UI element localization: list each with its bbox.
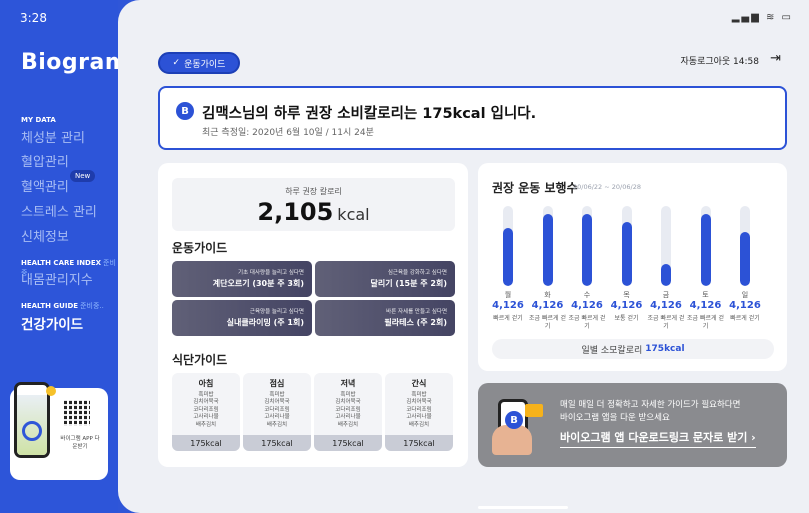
bar-1 — [542, 214, 553, 286]
walk-level: 조금 빠르게 걷기 — [529, 315, 566, 330]
bar-track — [621, 206, 632, 286]
step-value: 4,126 — [571, 300, 603, 311]
new-badge: New — [70, 170, 96, 182]
meal-kcal: 175kcal — [314, 435, 382, 451]
app-download-card[interactable]: 바이그램 APP 다운받기 — [10, 382, 108, 480]
biogram-badge-icon: B — [505, 411, 523, 429]
exercise-guide-title: 운동가이드 — [172, 241, 228, 255]
step-value: 4,126 — [492, 300, 524, 311]
bar-4 — [661, 263, 671, 286]
sidebar-item-health-guide[interactable]: 건강가이드 — [21, 313, 83, 333]
day-label: 일 — [741, 291, 749, 299]
meal-items: 흑미밥 김치어묵국 코다리조림 고사리나물 배추김치 — [193, 392, 219, 428]
bar-track — [542, 206, 553, 286]
day-label: 금 — [662, 291, 670, 299]
meal-kcal: 175kcal — [385, 435, 453, 451]
step-value: 4,126 — [610, 300, 643, 311]
step-value: 4,126 — [531, 300, 564, 311]
step-value: 4,126 — [689, 300, 722, 311]
auto-logout-timer: 자동로그아웃 14:58 — [680, 57, 759, 67]
step-value: 4,126 — [650, 300, 682, 311]
bar-2 — [582, 214, 592, 286]
bar-track — [661, 206, 671, 286]
walk-level: 보통 걷기 — [614, 315, 639, 322]
check-icon: ✓ — [172, 58, 181, 68]
bar-track — [700, 206, 711, 286]
meal-card-lunch: 점심 흑미밥 김치어묵국 코다리조림 고사리나물 배추김치 175kcal — [243, 373, 311, 451]
exercise-tile-running[interactable]: 심근육을 강화하고 싶다면 달리기 (15분 주 2회) — [315, 261, 455, 297]
bar-3 — [621, 222, 632, 286]
steps-title: 권장 운동 보행수 — [492, 181, 578, 195]
meal-items: 흑미밥 김치어묵국 코다리조림 고사리나물 배추김치 — [335, 392, 361, 428]
biogram-badge-icon: B — [176, 102, 194, 120]
status-icons: ▂▄▆ ≋ ▭ — [731, 12, 793, 23]
step-value: 4,126 — [729, 300, 761, 311]
logout-icon[interactable]: ⇥ — [770, 51, 781, 66]
sidebar-item-stress[interactable]: 스트레스 관리 — [21, 201, 97, 220]
app-download-caption: 바이그램 APP 다운받기 — [60, 436, 100, 450]
day-label: 토 — [702, 291, 709, 299]
status-time: 3:28 — [20, 11, 47, 25]
walk-level: 빠르게 걷기 — [493, 315, 523, 322]
exercise-tile-pilates[interactable]: 바른 자세를 만들고 싶다면 필라테스 (주 2회) — [315, 300, 455, 336]
walk-level: 조금 빠르게 걷기 — [647, 315, 685, 330]
day-label: 수 — [583, 291, 591, 299]
hand-illustration — [492, 425, 532, 455]
meal-card-breakfast: 아침 흑미밥 김치어묵국 코다리조림 고사리나물 배추김치 175kcal — [172, 373, 240, 451]
diet-guide-title: 식단가이드 — [172, 353, 228, 367]
day-label: 목 — [623, 291, 630, 299]
sidebar-item-body-index[interactable]: 내몸관리지수 — [21, 269, 93, 288]
sidebar-item-blood[interactable]: 혈액관리 — [21, 176, 69, 195]
bar-track — [503, 206, 513, 286]
exercise-tile-climbing[interactable]: 근육양을 늘리고 싶다면 실내클라이밍 (주 1회) — [172, 300, 312, 336]
exercise-guide-tab[interactable]: ✓ 운동가이드 — [158, 52, 240, 74]
app-logo[interactable]: Biogram — [21, 50, 128, 75]
sidebar: 3:28 Biogram MY DATA 체성분 관리 혈압관리 혈액관리 Ne… — [0, 0, 128, 513]
steps-card: 권장 운동 보행수 20/06/22 ~ 20/06/28 월 4,126 빠르게 … — [478, 163, 787, 371]
decor-yellow-dot — [46, 386, 56, 396]
steps-date-range: 20/06/22 ~ 20/06/28 — [573, 183, 641, 191]
daily-calorie-total: 일별 소모칼로리 175kcal — [492, 339, 774, 359]
main-panel: ▂▄▆ ≋ ▭ ✓ 운동가이드 자동로그아웃 14:58 ⇥ B 김맥스님의 하… — [118, 0, 809, 513]
bar-track — [740, 206, 750, 286]
phone-illustration-icon — [14, 382, 50, 458]
banner-subtitle: 최근 측정일: 2020년 6월 10일 / 11시 24분 — [202, 128, 374, 138]
sms-download-link[interactable]: 바이오그램 앱 다운로드링크 문자로 받기 › — [560, 429, 756, 448]
walk-level: 빠르게 걷기 — [730, 315, 760, 322]
calorie-banner: B 김맥스님의 하루 권장 소비칼로리는 175kcal 입니다. 최근 측정일… — [158, 86, 787, 150]
meal-items: 흑미밥 김치어묵국 코다리조림 고사리나물 배추김치 — [406, 392, 432, 428]
app-sms-promo-card: B 매일 매일 더 정확하고 자세한 가이드가 필요하다면 바이오그램 앱을 다… — [478, 383, 787, 467]
promo-description: 매일 매일 더 정확하고 자세한 가이드가 필요하다면 바이오그램 앱을 다운 … — [560, 400, 741, 423]
banner-title: 김맥스님의 하루 권장 소비칼로리는 175kcal 입니다. — [202, 106, 537, 122]
section-health-guide: HEALTH GUIDE 준비중.. — [21, 302, 104, 310]
sidebar-item-body-composition[interactable]: 체성분 관리 — [21, 127, 85, 146]
meal-items: 흑미밥 김치어묵국 코다리조림 고사리나물 배추김치 — [264, 392, 290, 428]
bar-5 — [700, 214, 711, 286]
day-label: 화 — [544, 291, 551, 299]
daily-calorie-value: 2,105 kcal — [257, 198, 370, 226]
daily-calorie-label: 하루 권장 칼로리 — [285, 187, 342, 196]
sidebar-item-blood-pressure[interactable]: 혈압관리 — [21, 151, 69, 170]
sidebar-item-body-info[interactable]: 신체정보 — [21, 226, 69, 245]
meal-card-dinner: 저녁 흑미밥 김치어묵국 코다리조림 고사리나물 배추김치 175kcal — [314, 373, 382, 451]
bar-track — [582, 206, 592, 286]
meal-kcal: 175kcal — [172, 435, 240, 451]
day-label: 월 — [504, 291, 512, 299]
bar-6 — [740, 231, 750, 286]
walk-level: 조금 빠르게 걷기 — [687, 315, 724, 330]
walk-level: 조금 빠르게 걷기 — [568, 315, 606, 330]
meal-kcal: 175kcal — [243, 435, 311, 451]
mail-icon — [525, 404, 543, 417]
meal-card-snack: 간식 흑미밥 김치어묵국 코다리조림 고사리나물 배추김치 175kcal — [385, 373, 453, 451]
qr-code-icon — [64, 400, 90, 426]
section-my-data: MY DATA — [21, 116, 56, 124]
daily-calorie-box: 하루 권장 칼로리 2,105 kcal — [172, 178, 455, 231]
home-indicator — [478, 506, 568, 509]
exercise-tile-stairs[interactable]: 기초 대사량을 늘리고 싶다면 계단오르기 (30분 주 3회) — [172, 261, 312, 297]
bar-0 — [503, 227, 513, 286]
